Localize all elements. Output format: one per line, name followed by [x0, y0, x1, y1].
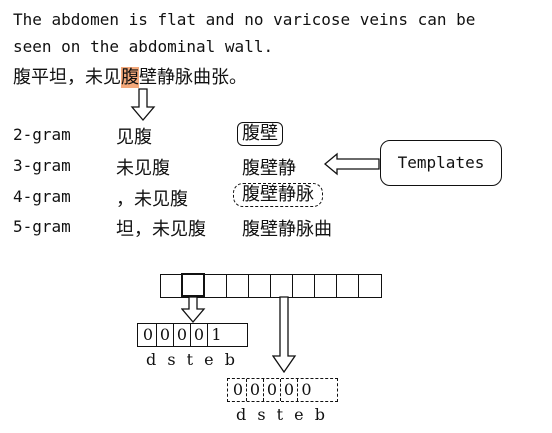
sentence-english-line1: The abdomen is flat and no varicose vein…	[13, 10, 476, 29]
sentence-chinese-before: 腹平坦，未见	[13, 67, 121, 88]
array-cell	[161, 275, 183, 297]
sentence-chinese: 腹平坦，未见腹壁静脉曲张。	[13, 63, 247, 89]
array-cell	[293, 275, 315, 297]
ngram-label-3: 3-gram	[13, 156, 71, 175]
ngram-left-2: 见腹	[116, 127, 152, 148]
bit-value: 0	[174, 324, 191, 346]
feature-vector-2: 0 0 0 0 0	[227, 378, 338, 402]
bit-value: 0	[230, 379, 247, 401]
down-arrow-icon	[272, 296, 297, 374]
feature-labels-1: d s t e b	[146, 350, 235, 369]
ngram-left-3: 未见腹	[116, 158, 170, 179]
bit-value: 1	[211, 325, 222, 344]
highlighted-character: 腹	[121, 67, 139, 88]
left-arrow-icon	[323, 152, 380, 176]
array-cell	[337, 275, 359, 297]
ngram-left-5: 坦，未见腹	[116, 219, 206, 240]
array-cell	[249, 275, 271, 297]
bit-value: 0	[191, 324, 208, 346]
feature-labels-2: d s t e b	[236, 405, 325, 424]
array-cell	[271, 275, 293, 297]
ngram-right-3: 腹壁静	[242, 158, 296, 179]
ngram-label-5: 5-gram	[13, 217, 71, 236]
bit-value: 0	[264, 379, 281, 401]
bit-value: 0	[247, 379, 264, 401]
down-arrow-icon	[130, 88, 156, 122]
ngram-left-4: ，未见腹	[116, 189, 188, 210]
bit-value: 0	[157, 324, 174, 346]
ngram-right-5: 腹壁静脉曲	[242, 219, 332, 240]
bit-value: 0	[301, 380, 312, 399]
array-cell	[315, 275, 337, 297]
ngram-right-2: 腹壁	[237, 122, 283, 146]
selected-array-cell	[181, 273, 205, 297]
array-cell	[359, 275, 381, 297]
array-cell	[205, 275, 227, 297]
bit-value: 0	[140, 324, 157, 346]
ngram-label-4: 4-gram	[13, 187, 71, 206]
ngram-right-4: 腹壁静脉	[233, 183, 323, 207]
sentence-english-line2: seen on the abdominal wall.	[13, 37, 274, 56]
array-cell	[227, 275, 249, 297]
feature-vector-1: 0 0 0 0 1	[137, 323, 248, 347]
templates-box: Templates	[380, 140, 502, 186]
sentence-chinese-after: 壁静脉曲张。	[139, 67, 247, 88]
ngram-label-2: 2-gram	[13, 125, 71, 144]
down-arrow-icon	[181, 296, 206, 324]
bit-value: 0	[281, 379, 298, 401]
